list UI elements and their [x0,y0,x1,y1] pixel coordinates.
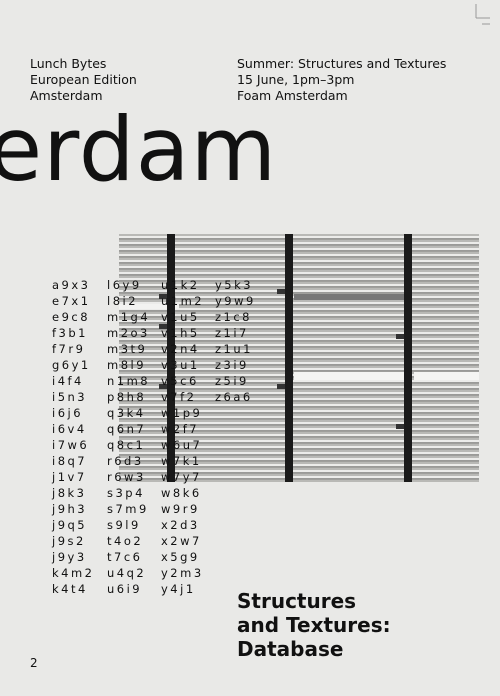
code-item: w7k1 [161,454,202,468]
code-column-1: a9x3 e7x1 e9c8 f3b1 f7r9 g6y1 i4f4 i5n3 i6j6 i6v4… [52,277,95,597]
code-item: w9r9 [161,502,200,516]
code-item: m8l9 [107,358,147,372]
code-item: l6y9 [107,278,142,292]
code-item: j1v7 [52,470,87,484]
code-item: w2f7 [161,422,200,436]
code-item: m3t9 [107,342,148,356]
code-item: z1i7 [215,326,249,340]
code-item: q3k4 [107,406,146,420]
code-item: k4m2 [52,566,95,580]
code-item: j9h3 [52,502,88,516]
event-theme: Summer: Structures and Textures [237,56,447,71]
code-item: i5n3 [52,390,88,404]
code-item: r6w3 [107,470,146,484]
code-item: j9s2 [52,534,86,548]
code-item: p8h8 [107,390,147,404]
code-item: i4f4 [52,374,84,388]
code-item: f3b1 [52,326,88,340]
code-item: s9l9 [107,518,141,532]
code-item: u1k2 [161,278,200,292]
event-edition: European Edition [30,72,137,87]
code-item: e9c8 [52,310,91,324]
code-item: y9w9 [215,294,256,308]
code-item: r6d3 [107,454,144,468]
code-item: i6v4 [52,422,87,436]
big-title-text: erdam [0,98,278,201]
code-item: x2w7 [161,534,202,548]
code-item: f7r9 [52,342,86,356]
code-item: w1p9 [161,406,203,420]
code-item: z5i9 [215,374,249,388]
code-item: y2m3 [161,566,204,580]
crop-corner-icon [475,4,490,25]
code-item: z3i9 [215,358,249,372]
code-item: j9q5 [52,518,88,532]
code-item: u6i9 [107,582,143,596]
event-series: Lunch Bytes [30,56,107,71]
code-item: y4j1 [161,582,196,596]
code-item: t7c6 [107,550,143,564]
code-item: v2n4 [161,342,200,356]
code-item: a9x3 [52,278,91,292]
code-item: s3p4 [107,486,145,500]
code-item: w8k6 [161,486,202,500]
code-item: v3u1 [161,358,200,372]
event-info-right: Summer: Structures and Textures 15 June,… [237,56,446,104]
section-title: Structures and Textures: Database [237,589,391,661]
code-column-4: y5k3 y9w9 z1c8 z1i7 z1u1 z3i9 z5i9 z6a6 [215,277,256,405]
code-item: z1c8 [215,310,252,324]
code-item: k4t4 [52,582,88,596]
event-info-left: Lunch Bytes European Edition Amsterdam [30,56,137,104]
event-date-time: 15 June, 1pm–3pm [237,72,355,87]
code-column-2: l6y9 l8i2 m1g4 m2o3 m3t9 m8l9 n1m8 p8h8 q3k4 q6n7… [107,277,150,597]
code-item: i8q7 [52,454,88,468]
code-item: j8k3 [52,486,87,500]
code-item: z6a6 [215,390,253,404]
code-item: i6j6 [52,406,84,420]
section-title-line: and Textures: [237,613,391,637]
code-item: e7x1 [52,294,91,308]
code-item: g6y1 [52,358,91,372]
code-item: i7w6 [52,438,90,452]
poster-page: Lunch Bytes European Edition Amsterdam S… [0,0,500,696]
code-item: l8i2 [107,294,139,308]
code-item: v7f2 [161,390,197,404]
code-item: q6n7 [107,422,147,436]
section-title-line: Database [237,637,344,661]
code-item: x2d3 [161,518,200,532]
section-title-line: Structures [237,589,357,613]
code-item: v1u5 [161,310,200,324]
code-item: j9y3 [52,550,87,564]
code-column-3: u1k2 u1m2 v1u5 v1h5 v2n4 v3u1 v5c6 v7f2 w1p9 w2f7… [161,277,204,597]
code-item: m1g4 [107,310,151,324]
code-item: v5c6 [161,374,199,388]
page-number: 2 [30,656,38,670]
code-item: x5g9 [161,550,200,564]
code-item: u1m2 [161,294,205,308]
code-item: s7m9 [107,502,149,516]
code-item: u4q2 [107,566,147,580]
code-item: v1h5 [161,326,200,340]
code-item: m2o3 [107,326,150,340]
code-item: z1u1 [215,342,253,356]
code-item: y5k3 [215,278,254,292]
code-item: w7y7 [161,470,202,484]
code-item: q8c1 [107,438,146,452]
code-item: t4o2 [107,534,144,548]
code-item: w6u7 [161,438,203,452]
code-item: n1m8 [107,374,151,388]
